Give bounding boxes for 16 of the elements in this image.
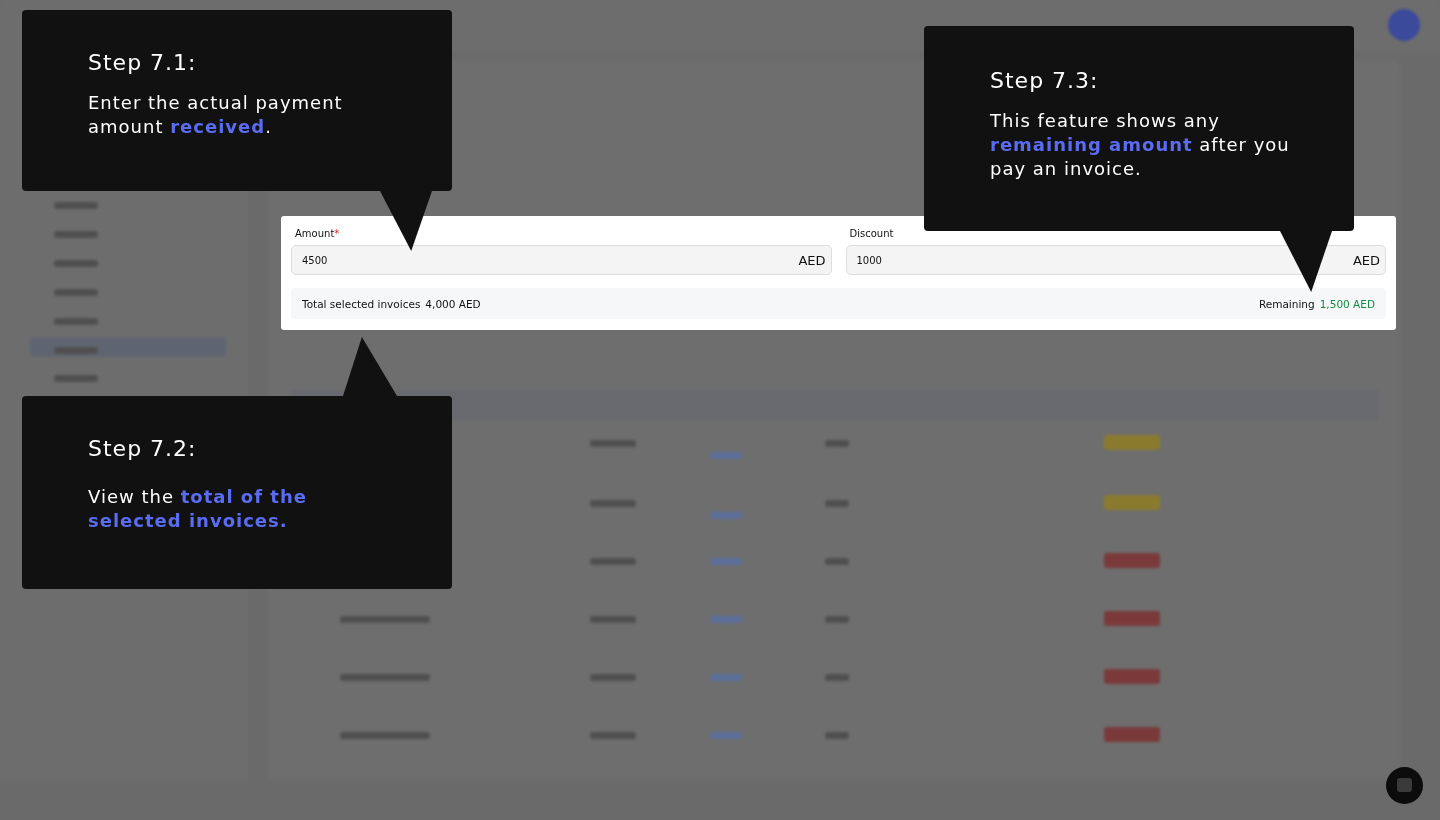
step-title: Step 7.2: xyxy=(88,436,198,461)
field-label: Discount xyxy=(849,228,894,239)
remaining-value: 1,500 AED xyxy=(1319,297,1375,310)
step-title: Step 7.3: xyxy=(990,68,1100,93)
required-mark: * xyxy=(334,228,340,239)
total-value: 4,000 AED xyxy=(425,297,481,310)
discount-input-field[interactable]: 1000 AED xyxy=(845,245,1386,275)
chat-icon[interactable] xyxy=(1386,767,1423,804)
step-description: View the total of the selected invoices. xyxy=(88,485,308,533)
amount-input-field[interactable]: 4500 AED xyxy=(291,245,832,275)
field-label: Amount xyxy=(295,228,335,239)
remaining-label: Remaining xyxy=(1258,297,1315,310)
step-description: Enter the actual payment amount received. xyxy=(88,91,344,139)
step-description: This feature shows any remaining amount after you pay an invoice. xyxy=(990,109,1290,181)
total-label: Total selected invoices xyxy=(302,297,421,310)
step-title: Step 7.1: xyxy=(88,50,198,75)
